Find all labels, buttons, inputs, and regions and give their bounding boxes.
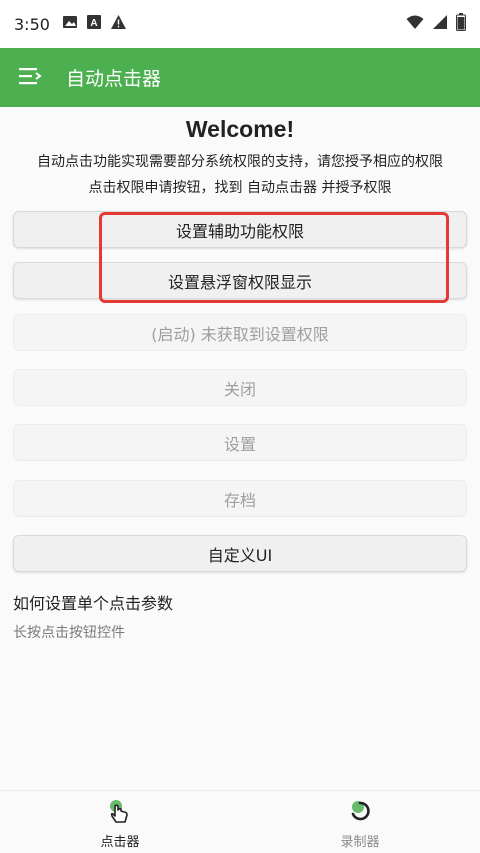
battery-icon <box>456 13 466 35</box>
intro-line: 自动点击功能实现需要部分系统权限的支持，请您授予相应的权限 <box>37 154 443 170</box>
intro-text: 自动点击功能实现需要部分系统权限的支持，请您授予相应的权限 点击权限申请按钮，找… <box>0 149 480 201</box>
warning-icon <box>110 14 127 34</box>
record-icon <box>346 797 374 825</box>
menu-button[interactable] <box>18 65 44 91</box>
help-text: 长按点击按钮控件 <box>13 625 125 641</box>
nav-label-recorder: 录制器 <box>340 835 380 850</box>
welcome-heading: Welcome! <box>185 116 295 142</box>
close-button[interactable]: 关闭 <box>13 369 467 406</box>
nav-item-recorder[interactable]: 录制器 <box>300 797 420 850</box>
image-icon <box>62 14 78 34</box>
status-time: 3:50 <box>14 14 50 34</box>
wifi-icon <box>406 14 424 34</box>
accessibility-permission-button[interactable]: 设置辅助功能权限 <box>13 211 467 248</box>
app-title: 自动点击器 <box>66 68 162 90</box>
settings-button[interactable]: 设置 <box>13 424 467 461</box>
intro-line: 点击权限申请按钮，找到 自动点击器 并授予权限 <box>88 180 392 196</box>
svg-text:A: A <box>90 18 97 29</box>
app-bar: 自动点击器 <box>0 48 480 107</box>
signal-icon <box>432 14 448 34</box>
archive-button[interactable]: 存档 <box>13 480 467 517</box>
nav-label-clicker: 点击器 <box>100 835 140 850</box>
menu-icon <box>19 66 43 90</box>
start-button[interactable]: (启动) 未获取到设置权限 <box>13 314 467 351</box>
tap-hand-icon <box>106 797 134 825</box>
status-system-icons <box>406 13 466 35</box>
status-notification-icons: A <box>62 14 127 34</box>
custom-ui-button[interactable]: 自定义UI <box>13 535 467 572</box>
status-bar: 3:50 A <box>0 0 480 48</box>
help-title: 如何设置单个点击参数 <box>13 594 174 613</box>
overlay-permission-button[interactable]: 设置悬浮窗权限显示 <box>13 262 467 299</box>
nav-item-clicker[interactable]: 点击器 <box>60 797 180 850</box>
bottom-nav: 点击器 录制器 <box>0 790 480 853</box>
font-icon: A <box>86 14 102 34</box>
